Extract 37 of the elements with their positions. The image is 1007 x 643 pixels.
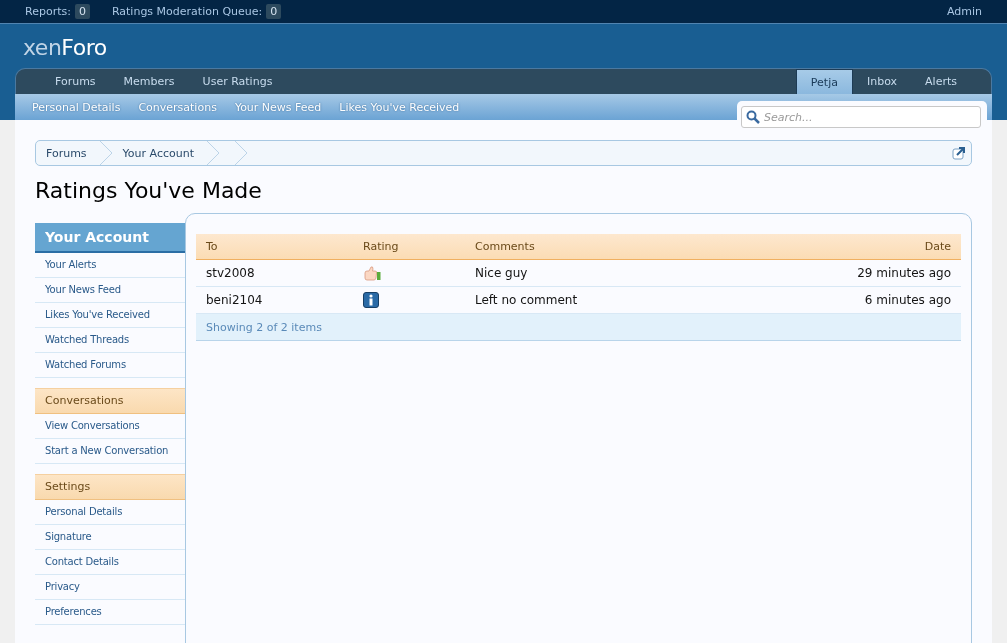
admin-link[interactable]: Admin [946, 5, 982, 18]
info-icon [363, 292, 379, 308]
counter-link[interactable]: Reports: [25, 5, 71, 18]
chevron-separator [234, 141, 248, 165]
table-cell: stv2008 [196, 259, 353, 287]
sidebar-heading: Conversations [35, 388, 185, 414]
nav-tab[interactable]: User Ratings [188, 69, 287, 94]
sidebar-heading: Settings [35, 474, 185, 500]
count-badge: 0 [74, 4, 90, 19]
nav-tab[interactable]: Inbox [852, 69, 912, 94]
table-cell: beni2104 [196, 286, 353, 314]
sidebar-heading: Your Account [35, 223, 185, 253]
column-header: To [196, 234, 353, 260]
thumbs-up-icon [363, 265, 381, 281]
search-icon [746, 110, 760, 124]
nav-tab[interactable]: Petja [795, 69, 853, 94]
logo[interactable]: xenForo [15, 24, 115, 68]
jump-icon[interactable] [952, 146, 966, 160]
table-cell: 29 minutes ago [721, 259, 961, 287]
column-header: Date [721, 234, 961, 260]
table-cell: Left no comment [465, 286, 722, 314]
column-header: Comments [465, 234, 722, 260]
table-cell: Nice guy [465, 259, 722, 287]
search-field[interactable]: Search... [741, 106, 981, 128]
nav-tab[interactable]: Alerts [911, 69, 971, 94]
chevron-separator [206, 141, 220, 165]
page-title: Ratings You've Made [35, 178, 263, 203]
breadcrumb-link[interactable]: Forums [36, 146, 99, 160]
column-header: Rating [353, 234, 465, 260]
nav-tab[interactable]: Forums [41, 69, 110, 94]
nav-tab[interactable]: Members [109, 69, 189, 94]
breadcrumb-link[interactable]: Your Account [112, 146, 206, 160]
counter-link[interactable]: Ratings Moderation Queue: [111, 5, 263, 18]
item-count: Showing 2 of 2 items [206, 320, 322, 334]
table-cell: 6 minutes ago [721, 286, 961, 314]
chevron-separator [98, 141, 113, 165]
count-badge: 0 [266, 4, 282, 19]
